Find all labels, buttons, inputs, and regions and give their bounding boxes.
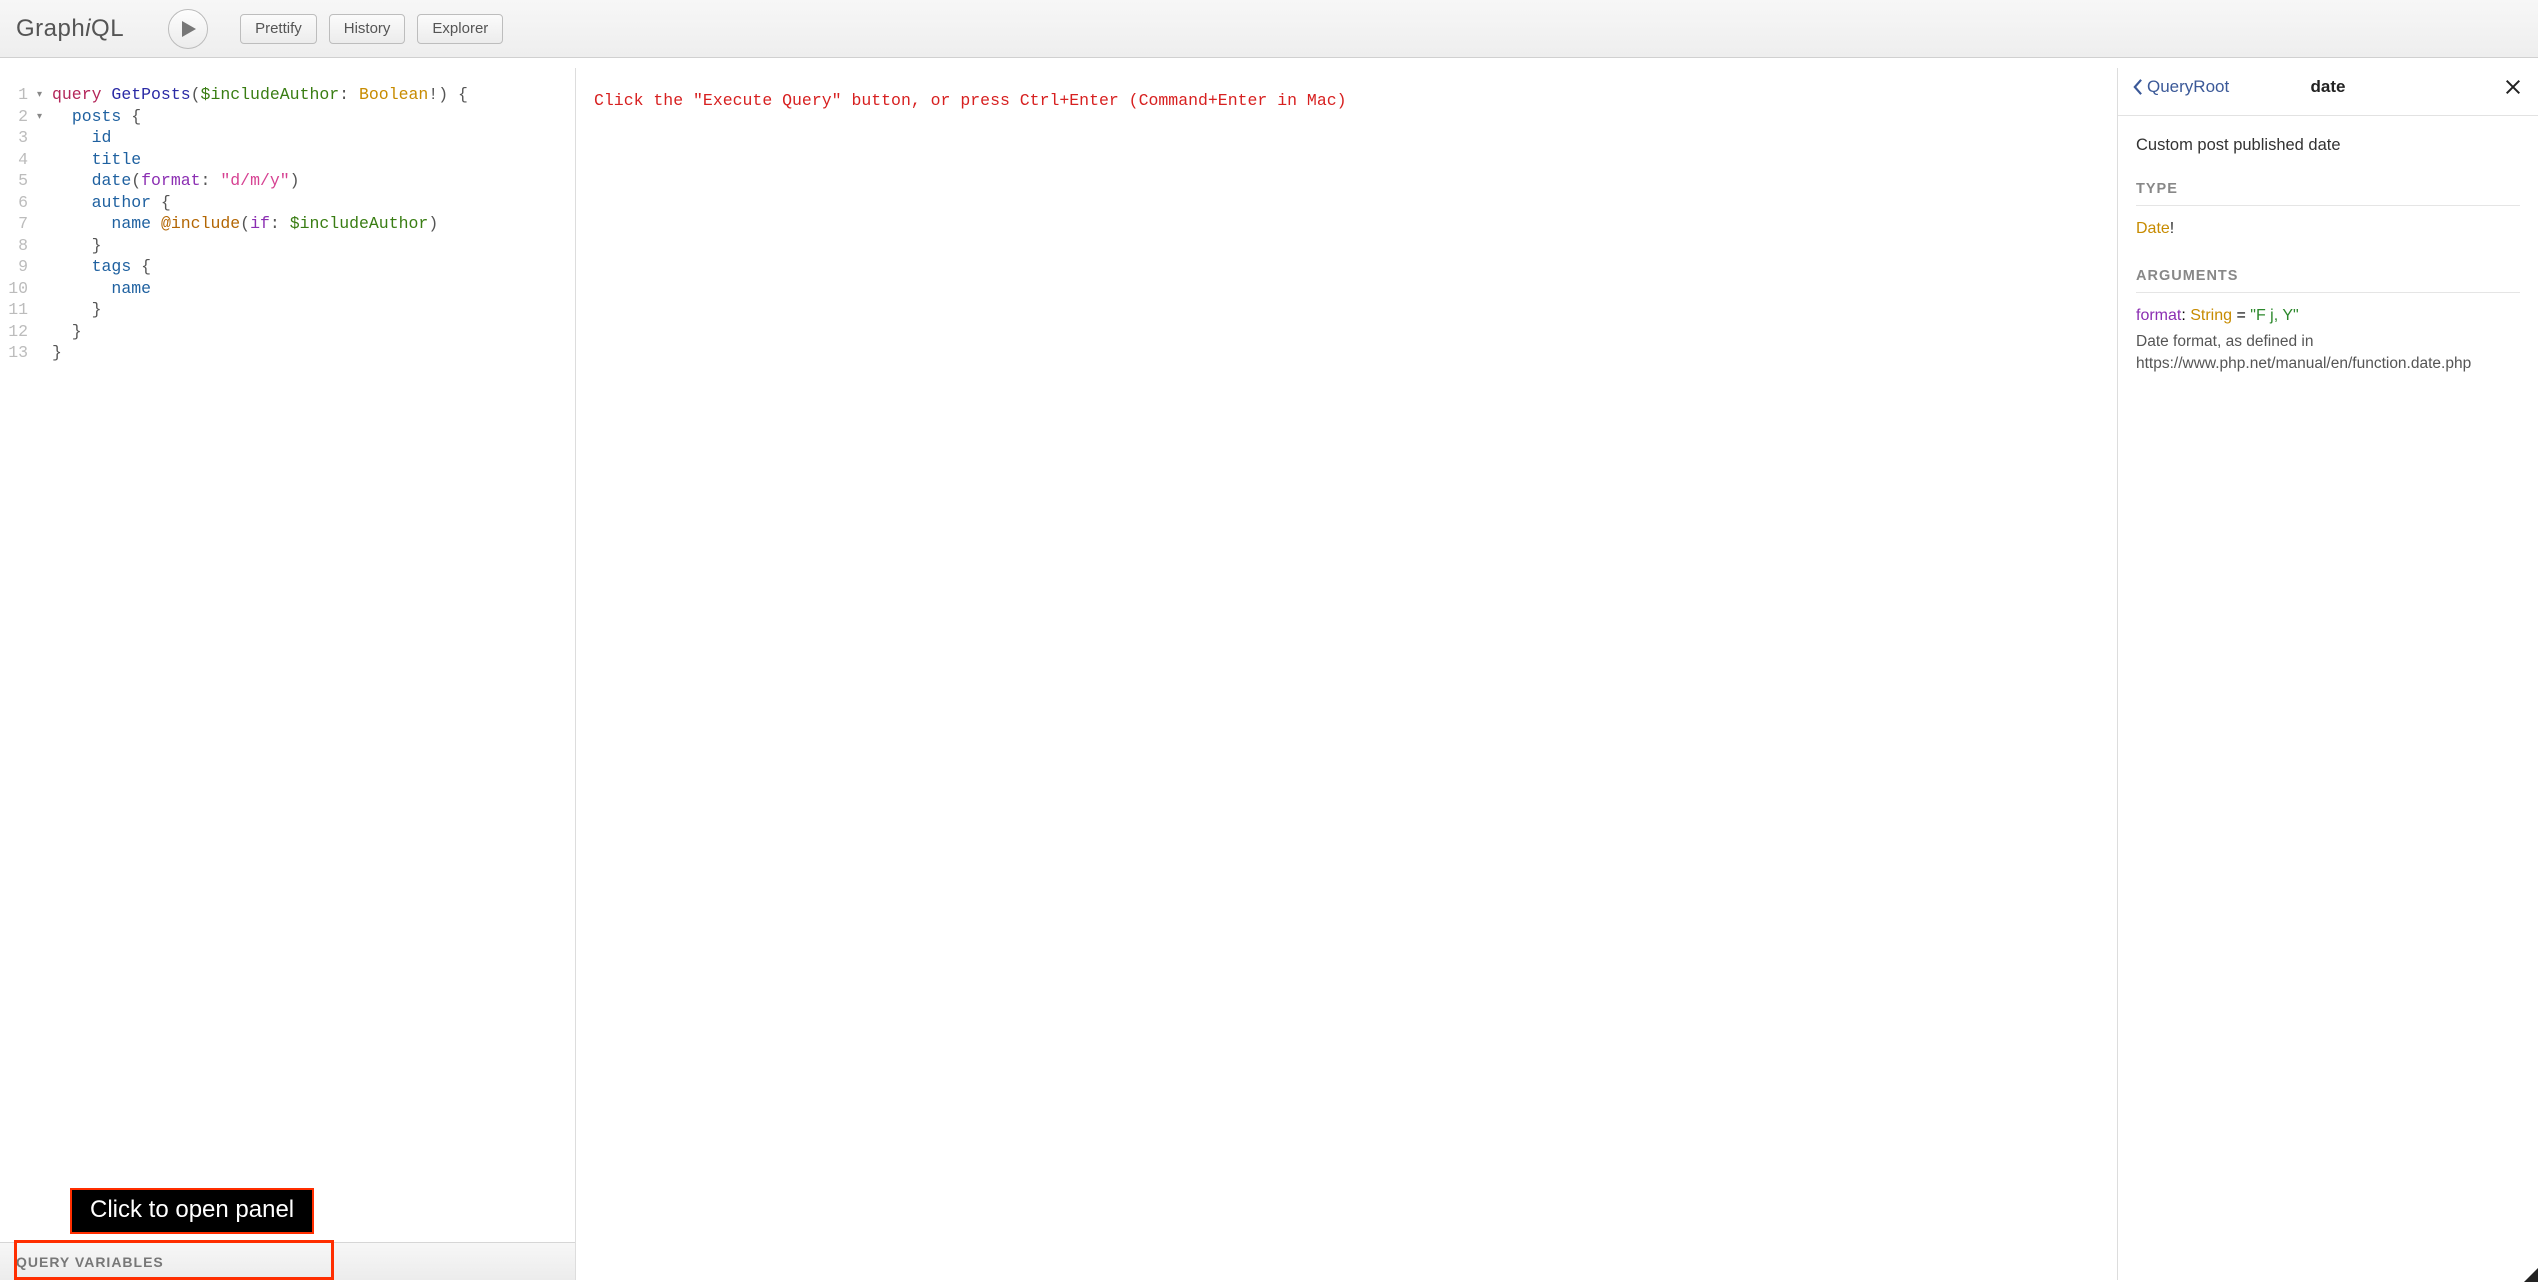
logo-pre: Graph <box>16 15 85 42</box>
docs-header: QueryRoot date <box>2118 58 2538 116</box>
result-placeholder-text: Click the "Execute Query" button, or pre… <box>594 90 2099 112</box>
docs-pane: QueryRoot date Custom post published dat… <box>2118 58 2538 1280</box>
result-pane: Click the "Execute Query" button, or pre… <box>576 68 2118 1280</box>
prettify-button[interactable]: Prettify <box>240 14 317 44</box>
query-variables-bar[interactable]: Query Variables <box>0 1242 575 1280</box>
query-code[interactable]: query GetPosts($includeAuthor: Boolean!)… <box>46 68 575 1242</box>
logo-post: QL <box>91 15 124 42</box>
line-gutter: 12345678910111213 <box>0 68 46 1242</box>
explorer-button[interactable]: Explorer <box>417 14 503 44</box>
docs-args-heading: Arguments <box>2136 268 2520 293</box>
toolbar-buttons: Prettify History Explorer <box>240 14 503 44</box>
docs-arg-sep: : <box>2181 307 2190 324</box>
docs-arg-eq: = <box>2232 307 2250 324</box>
docs-arg-name[interactable]: format <box>2136 307 2181 324</box>
close-icon <box>2504 78 2522 96</box>
topbar: GraphiQL Prettify History Explorer <box>0 0 2538 58</box>
docs-arg-row: format: String = "F j, Y" <box>2136 307 2520 325</box>
chevron-left-icon <box>2132 78 2143 96</box>
play-icon <box>182 21 196 37</box>
main-area: 12345678910111213 query GetPosts($includ… <box>0 58 2538 1280</box>
docs-type-link[interactable]: Date <box>2136 220 2170 237</box>
docs-arg-default: "F j, Y" <box>2250 307 2298 324</box>
query-editor-column: 12345678910111213 query GetPosts($includ… <box>0 68 576 1280</box>
docs-body: Custom post published date Type Date! Ar… <box>2118 116 2538 394</box>
docs-arg-description: Date format, as defined in https://www.p… <box>2136 331 2520 374</box>
docs-arguments: format: String = "F j, Y" Date format, a… <box>2136 307 2520 374</box>
docs-arg-type-link[interactable]: String <box>2190 307 2232 324</box>
execute-button[interactable] <box>168 9 208 49</box>
docs-back-label: QueryRoot <box>2147 77 2229 97</box>
docs-close-button[interactable] <box>2502 76 2524 98</box>
docs-type-value: Date! <box>2136 220 2520 238</box>
docs-description: Custom post published date <box>2136 136 2520 155</box>
query-editor[interactable]: 12345678910111213 query GetPosts($includ… <box>0 68 575 1242</box>
app-logo: GraphiQL <box>16 15 124 43</box>
history-button[interactable]: History <box>329 14 406 44</box>
docs-back-button[interactable]: QueryRoot <box>2132 77 2229 97</box>
docs-type-heading: Type <box>2136 181 2520 206</box>
docs-type-required: ! <box>2170 220 2174 237</box>
annotation-tooltip: Click to open panel <box>70 1188 314 1234</box>
